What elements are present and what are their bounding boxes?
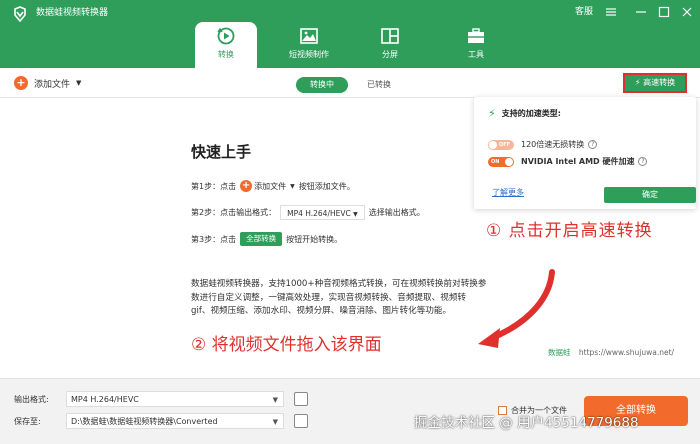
step2-format-box: MP4 H.264/HEVC ▼ [280, 205, 365, 220]
customer-service-link[interactable]: 客服 [575, 5, 593, 19]
step2-prefix: 第2步：点击输出格式： [191, 208, 277, 217]
tab-convert[interactable]: 转换 [195, 22, 257, 68]
save-path-value: D:\数据蛙\数据蛙视频转换器\Converted [71, 417, 218, 426]
learn-more-link[interactable]: 了解更多 [492, 187, 524, 198]
plus-icon: + [14, 76, 28, 90]
hardware-label: NVIDIA Intel AMD 硬件加速 [521, 157, 635, 166]
app-title: 数据蛙视频转换器 [36, 8, 109, 18]
save-to-label: 保存至: [14, 417, 41, 426]
step-2: 第2步：点击输出格式： MP4 H.264/HEVC ▼ 选择输出格式。 [191, 205, 425, 220]
confirm-button[interactable]: 确定 [604, 187, 696, 203]
step-3: 第3步：点击 全部转换 按钮开始转换。 [191, 232, 342, 246]
folder-icon[interactable] [294, 414, 308, 428]
annotation-step2: ② 将视频文件拖入该界面 [191, 335, 382, 355]
tab-converting[interactable]: 转换中 [296, 77, 348, 93]
lightning-icon: ⚡ [488, 107, 496, 120]
lossless-toggle[interactable]: OFF [488, 139, 514, 150]
popup-title-text: 支持的加速类型: [501, 109, 561, 118]
annotation-step1: ① 点击开启高速转换 [486, 221, 653, 241]
toggle-on-text: ON [491, 158, 500, 165]
add-file-label: 添加文件 [34, 79, 71, 90]
chevron-down-icon: ▼ [272, 418, 278, 426]
title-bar: 数据蛙视频转换器 客服 转换 短视频制作 分屏 工具 [0, 0, 700, 68]
watermark-brand: 数据蛙 [548, 348, 571, 357]
toolbox-icon [468, 28, 484, 43]
chevron-down-icon[interactable]: ▼ [76, 79, 81, 87]
tab-converted[interactable]: 已转换 [362, 77, 396, 93]
red-arrow-icon [478, 269, 555, 348]
step1-prefix: 第1步：点击 [191, 181, 237, 191]
brand-watermark: 数据蛙 https://www.shujuwa.net/ [548, 347, 674, 358]
step3-suffix: 按钮开始转换。 [286, 234, 343, 244]
tab-tools-label: 工具 [468, 50, 484, 59]
hamburger-icon[interactable] [605, 7, 617, 17]
option-hardware: ON NVIDIA Intel AMD 硬件加速 ? [488, 156, 648, 167]
tab-short-video-label: 短视频制作 [289, 50, 329, 59]
maximize-icon[interactable] [658, 6, 670, 18]
lightning-icon: ⚡ [634, 78, 641, 87]
high-speed-convert-button[interactable]: ⚡ 高速转换 [623, 73, 687, 93]
high-speed-convert-label: 高速转换 [643, 78, 676, 87]
tab-short-video[interactable]: 短视频制作 [282, 22, 336, 68]
tab-tools[interactable]: 工具 [454, 22, 498, 68]
split-screen-icon [381, 28, 399, 44]
step2-suffix: 选择输出格式。 [368, 208, 425, 217]
chevron-down-icon: ▼ [290, 182, 295, 190]
save-path-select[interactable]: D:\数据蛙\数据蛙视频转换器\Converted ▼ [66, 413, 284, 429]
popup-title: ⚡ 支持的加速类型: [488, 107, 561, 120]
watermark-url: https://www.shujuwa.net/ [578, 348, 675, 357]
image-icon [300, 28, 318, 44]
tab-split-screen[interactable]: 分屏 [368, 22, 412, 68]
toolbar: + 添加文件 ▼ 转换中 已转换 [0, 68, 700, 98]
option-lossless: OFF 120倍速无损转换 ? [488, 139, 598, 150]
quickstart-title: 快速上手 [191, 143, 252, 161]
output-format-value: MP4 H.264/HEVC [71, 395, 139, 404]
minimize-icon[interactable] [635, 7, 647, 17]
output-format-label: 输出格式: [14, 395, 49, 404]
settings-icon[interactable] [294, 392, 308, 406]
step1-suffix: 按钮添加文件。 [298, 181, 355, 191]
app-logo-icon [14, 6, 26, 22]
add-file-button[interactable]: + 添加文件 ▼ [14, 76, 81, 90]
lossless-label: 120倍速无损转换 [521, 140, 585, 149]
step-1: 第1步：点击 + 添加文件 ▼ 按钮添加文件。 [191, 180, 355, 192]
plus-icon: + [240, 180, 253, 192]
step3-button-tag: 全部转换 [240, 232, 283, 246]
step1-button-text: 添加文件 [254, 181, 287, 191]
juejin-watermark: 掘金技术社区 @ 用户45514779688 [414, 415, 639, 431]
hardware-accel-toggle[interactable]: ON [488, 156, 514, 167]
help-icon[interactable]: ? [588, 140, 598, 149]
help-icon[interactable]: ? [638, 157, 648, 166]
step3-prefix: 第3步：点击 [191, 234, 237, 244]
chevron-down-icon: ▼ [272, 396, 278, 404]
tab-split-screen-label: 分屏 [382, 50, 398, 59]
tab-convert-label: 转换 [218, 50, 234, 59]
output-format-select[interactable]: MP4 H.264/HEVC ▼ [66, 391, 284, 407]
close-icon[interactable] [681, 6, 693, 18]
convert-icon [217, 27, 235, 45]
toggle-off-text: OFF [499, 141, 511, 148]
